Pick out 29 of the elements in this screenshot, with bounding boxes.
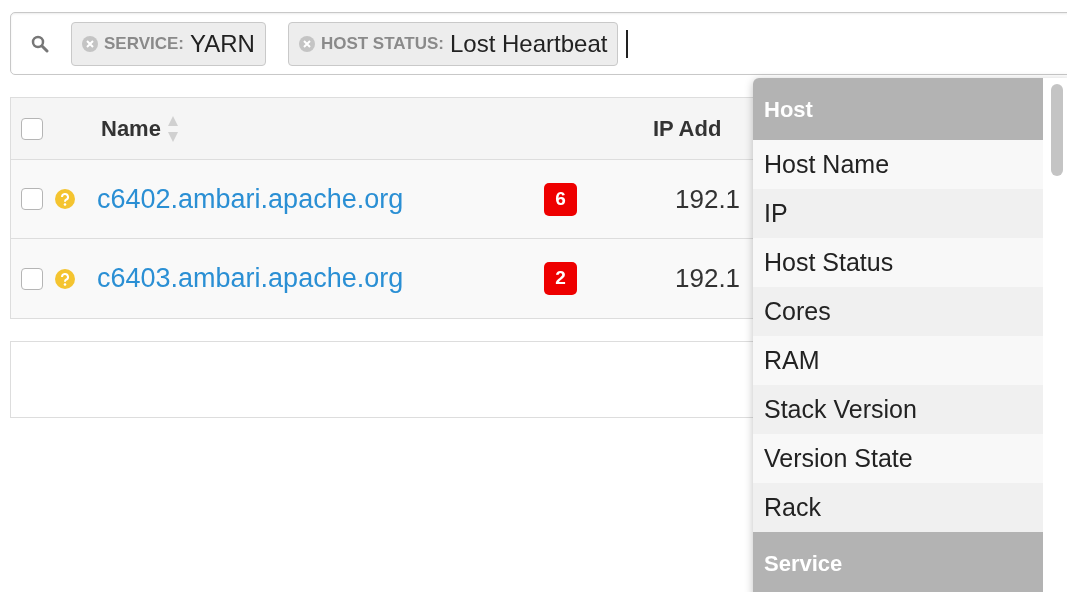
- scrollbar-thumb[interactable]: [1051, 84, 1063, 176]
- table-cell-text: 192.1: [675, 262, 741, 295]
- column-header[interactable]: Name: [101, 112, 161, 145]
- checkbox[interactable]: [21, 117, 43, 140]
- column-header[interactable]: IP Add: [652, 112, 722, 145]
- remove-icon[interactable]: [298, 35, 315, 52]
- checkbox[interactable]: [21, 267, 43, 290]
- checkbox[interactable]: [21, 188, 43, 210]
- alert-count-badge[interactable]: 2: [544, 262, 577, 295]
- remove-icon[interactable]: [82, 35, 98, 52]
- group-header: Service: [753, 532, 1043, 592]
- search-icon: [31, 34, 49, 53]
- menu-item[interactable]: Cores: [753, 287, 1043, 336]
- question-icon: [55, 268, 75, 289]
- chip-label: HOST STATUS:: [320, 32, 444, 55]
- filter-chip[interactable]: HOST STATUS: Lost Heartbeat: [287, 21, 619, 66]
- group-header: Host: [753, 78, 1043, 140]
- search-field[interactable]: SERVICE: YARN HOST STATUS: Lost Heartbeat: [10, 12, 1067, 75]
- menu-item[interactable]: Stack Version: [753, 385, 1043, 434]
- chip-label: SERVICE:: [104, 32, 184, 55]
- question-icon: [55, 189, 75, 209]
- filter-chip[interactable]: SERVICE: YARN: [71, 21, 266, 66]
- menu-item[interactable]: IP: [753, 189, 1043, 238]
- chip-value: Lost Heartbeat: [450, 28, 608, 59]
- table-cell-text: 192.1: [675, 182, 741, 216]
- alert-count-badge[interactable]: 6: [544, 182, 577, 216]
- menu-item[interactable]: Rack: [753, 483, 1043, 532]
- text-cursor: [626, 29, 629, 58]
- chip-value: YARN: [190, 28, 255, 59]
